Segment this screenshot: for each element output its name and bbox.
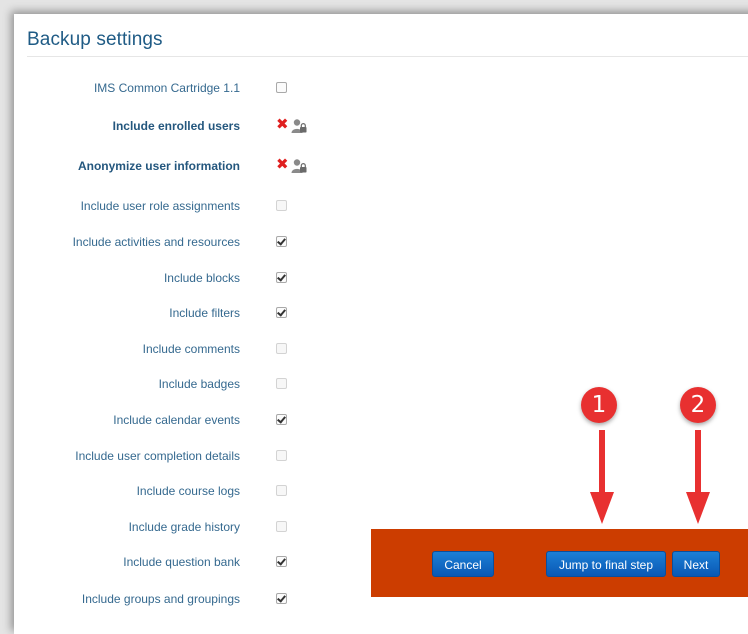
setting-checkbox[interactable] <box>276 236 287 247</box>
title-divider <box>27 56 748 57</box>
setting-label: Include calendar events <box>113 413 240 427</box>
setting-row: Include course logs <box>0 482 330 502</box>
setting-row: Include groups and groupings <box>0 590 330 610</box>
annotation-marker-1: 1 <box>581 387 617 423</box>
setting-checkbox[interactable] <box>276 556 287 567</box>
setting-row: Include blocks <box>0 269 330 289</box>
setting-row: Include user completion details <box>0 447 330 467</box>
user-lock-icon <box>291 159 307 173</box>
setting-label: Include blocks <box>163 271 240 285</box>
setting-label: Include comments <box>142 342 240 356</box>
setting-checkbox[interactable] <box>276 414 287 425</box>
arrow-down-icon <box>686 430 710 524</box>
setting-checkbox[interactable] <box>276 593 287 604</box>
setting-row: Include filters <box>0 304 330 324</box>
annotation-marker-2: 2 <box>680 387 716 423</box>
setting-label: Include course logs <box>136 484 240 498</box>
setting-checkbox <box>276 343 287 354</box>
setting-label: Include groups and groupings <box>81 592 240 606</box>
setting-label: Include grade history <box>128 520 240 534</box>
setting-label: Include question bank <box>123 555 240 569</box>
setting-row: Include grade history <box>0 518 330 538</box>
setting-checkbox[interactable] <box>276 272 287 283</box>
setting-checkbox <box>276 200 287 211</box>
setting-checkbox <box>276 450 287 461</box>
setting-checkbox <box>276 485 287 496</box>
setting-label: Anonymize user information <box>77 159 240 173</box>
user-lock-icon <box>291 119 307 133</box>
setting-label: Include user completion details <box>75 449 240 463</box>
cancel-button[interactable]: Cancel <box>432 551 494 577</box>
setting-checkbox[interactable] <box>276 307 287 318</box>
setting-label: Include badges <box>158 377 240 391</box>
setting-checkbox <box>276 378 287 389</box>
x-icon: ✖ <box>276 116 289 133</box>
x-icon: ✖ <box>276 156 289 173</box>
setting-label: Include enrolled users <box>112 119 240 133</box>
setting-checkbox[interactable] <box>276 82 287 93</box>
setting-row: Include user role assignments <box>0 197 330 217</box>
setting-row: Include enrolled users ✖ <box>0 116 330 137</box>
setting-row: Include question bank <box>0 553 330 573</box>
setting-row: Anonymize user information ✖ <box>0 156 330 177</box>
setting-label: IMS Common Cartridge 1.1 <box>93 81 240 95</box>
jump-to-final-step-button[interactable]: Jump to final step <box>546 551 666 577</box>
setting-label: Include filters <box>169 306 240 320</box>
setting-row: Include calendar events <box>0 411 330 431</box>
arrow-down-icon <box>590 430 614 524</box>
page-title: Backup settings <box>27 29 163 50</box>
setting-checkbox <box>276 521 287 532</box>
setting-label: Include activities and resources <box>72 235 240 249</box>
setting-row: Include badges <box>0 375 330 395</box>
setting-label: Include user role assignments <box>80 199 240 213</box>
button-bar: Cancel Jump to final step Next <box>371 529 748 597</box>
setting-row: Include comments <box>0 340 330 360</box>
setting-row: Include activities and resources <box>0 233 330 253</box>
next-button[interactable]: Next <box>672 551 720 577</box>
setting-row: IMS Common Cartridge 1.1 <box>0 79 330 99</box>
